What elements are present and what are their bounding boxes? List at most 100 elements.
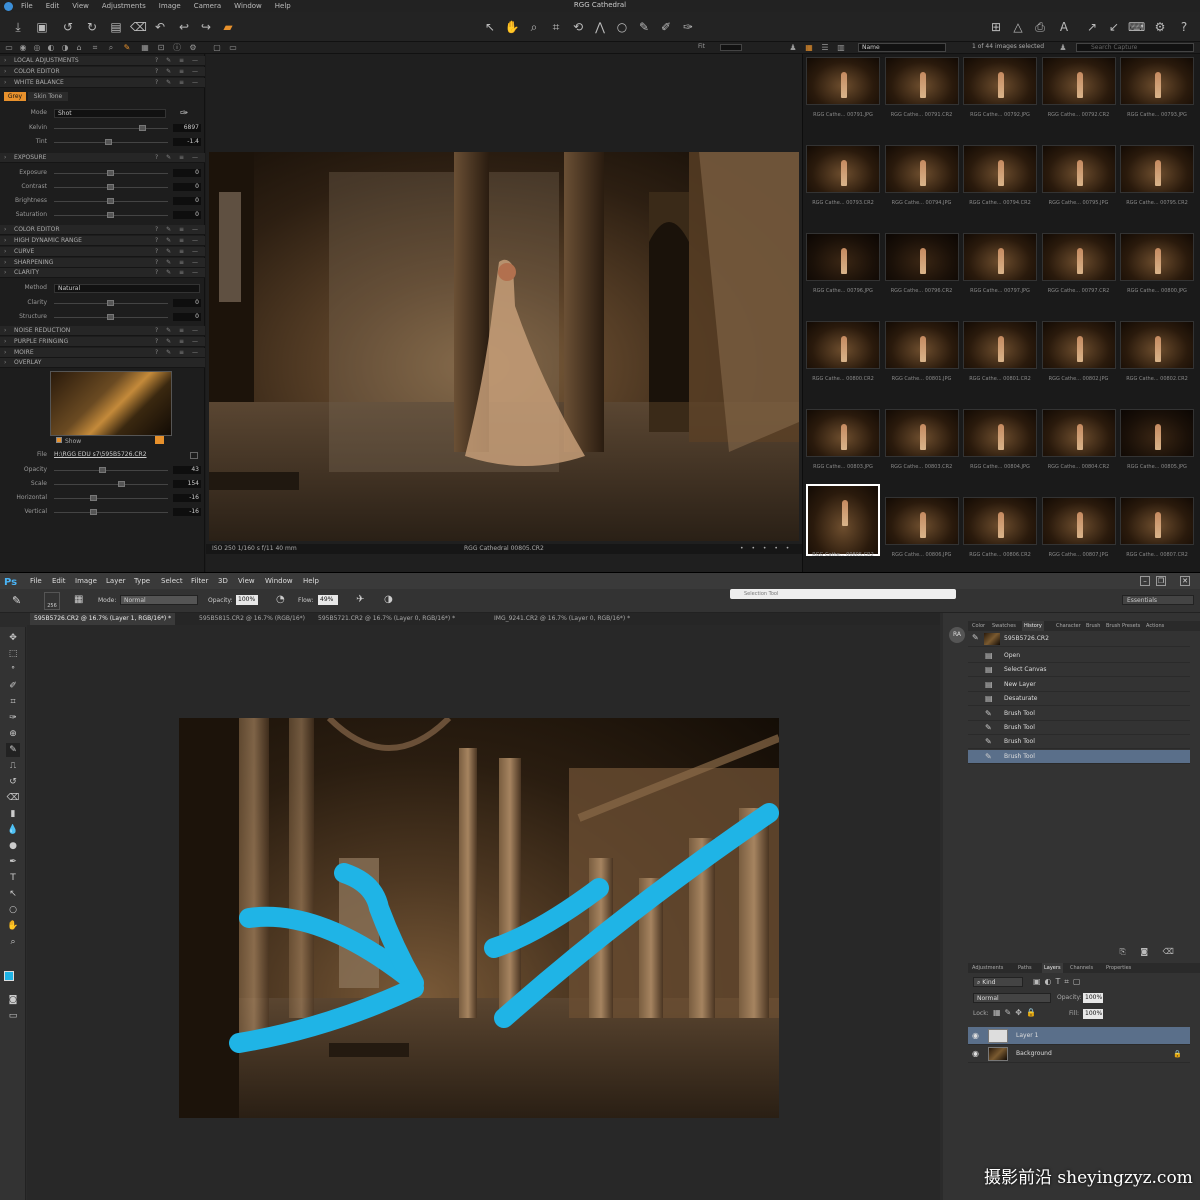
history-brush-icon[interactable]: ↺ <box>6 775 20 789</box>
tab-adjustments[interactable]: Adjustments <box>972 963 1003 973</box>
c1-menu-image[interactable]: Image <box>159 2 181 10</box>
section-icons[interactable]: ? ✎ ≡ — <box>155 337 201 347</box>
viewer-photo[interactable] <box>209 152 799 541</box>
ps-menu-view[interactable]: View <box>238 573 255 589</box>
section-icons[interactable]: ? ✎ ≡ — <box>155 225 201 235</box>
camera-icon[interactable]: ▣ <box>34 19 50 35</box>
thumbnail[interactable] <box>884 233 959 281</box>
picker-icon[interactable]: ✑ <box>680 19 696 35</box>
lock-icons[interactable]: ▦✎✥🔒 <box>993 1008 1040 1017</box>
fill-input[interactable]: 100% <box>1083 1009 1103 1019</box>
section-icons[interactable]: ? ✎ ≡ — <box>155 67 201 77</box>
thumbnail[interactable] <box>1041 233 1116 281</box>
keystone-icon[interactable]: ⋀ <box>592 19 608 35</box>
type-tool-icon[interactable]: T <box>6 871 20 885</box>
overlay-pick-icon[interactable] <box>155 436 164 444</box>
capture-tab-icon[interactable]: ◉ <box>18 43 28 53</box>
history-item[interactable]: ▤ New Layer <box>968 678 1190 692</box>
history-snapshot[interactable]: ✎ 595B5726.CR2 <box>968 631 1190 647</box>
eraser-icon[interactable]: ✐ <box>658 19 674 35</box>
metadata-tab-icon[interactable]: ▦ <box>140 43 150 53</box>
exposure-slider-knob[interactable] <box>107 184 114 190</box>
help-icon[interactable]: ? <box>1176 19 1192 35</box>
panel-collapsed-icon[interactable]: RA <box>949 627 965 643</box>
opacity-input[interactable]: 100% <box>236 595 258 605</box>
overlay-slider-track[interactable] <box>54 484 168 485</box>
thumbnail[interactable] <box>963 497 1037 545</box>
ps-menu-edit[interactable]: Edit <box>52 573 66 589</box>
layer-row-background[interactable]: ◉ Background 🔒 <box>968 1045 1190 1063</box>
overlay-slider-knob[interactable] <box>118 481 126 487</box>
overlay-row-value[interactable]: -16 <box>173 508 201 516</box>
thumbnail[interactable] <box>1120 145 1194 193</box>
ps-menu-image[interactable]: Image <box>75 573 97 589</box>
c1-menu-camera[interactable]: Camera <box>194 2 221 10</box>
thumbnail[interactable] <box>806 233 880 281</box>
adjust-tab-icon[interactable]: ✎ <box>122 43 132 53</box>
shape-tool-icon[interactable]: ○ <box>6 903 20 917</box>
overlay-thumbnail[interactable] <box>50 371 172 436</box>
folder-icon[interactable]: ▤ <box>108 19 124 35</box>
thumbnail[interactable] <box>1041 409 1116 457</box>
thumbnail[interactable] <box>806 409 880 457</box>
history-item[interactable]: ▤ Select Canvas <box>968 663 1190 678</box>
section-hdr[interactable]: HIGH DYNAMIC RANGE? ✎ ≡ — <box>0 236 205 246</box>
overlay-show-checkbox[interactable]: Show <box>56 437 81 445</box>
crop-tool-icon[interactable]: ⌗ <box>6 695 20 709</box>
section-color-editor[interactable]: COLOR EDITOR? ✎ ≡ — <box>0 67 205 77</box>
user-filter-icon[interactable]: ♟ <box>1058 43 1068 53</box>
pressure-opacity-icon[interactable]: ◔ <box>276 594 285 605</box>
section-icons[interactable]: ? ✎ ≡ — <box>155 247 201 257</box>
section-moire[interactable]: MOIRE? ✎ ≡ — <box>0 348 205 358</box>
section-noise-reduction[interactable]: NOISE REDUCTION? ✎ ≡ — <box>0 326 205 336</box>
exposure-row-value[interactable]: 0 <box>173 211 201 219</box>
eyedropper-icon[interactable]: ✑ <box>180 108 188 120</box>
foreground-color-swatch[interactable] <box>4 971 14 981</box>
browser-grid-icon[interactable]: ▦ <box>804 43 814 53</box>
rotate-right-icon[interactable]: ↻ <box>84 19 100 35</box>
wb-mode-select[interactable]: Shot <box>54 109 166 118</box>
thumbnail[interactable] <box>1120 57 1194 105</box>
loupe-icon[interactable]: ⌕ <box>526 19 542 35</box>
thumbnail[interactable] <box>963 57 1037 105</box>
thumbnail[interactable] <box>1041 321 1116 369</box>
ps-menu-select[interactable]: Select <box>161 573 183 589</box>
section-sharpening[interactable]: SHARPENING? ✎ ≡ — <box>0 258 205 268</box>
thumbnail[interactable] <box>963 145 1037 193</box>
import-icon[interactable]: ⤓ <box>10 19 26 35</box>
eraser-tool-icon[interactable]: ⌫ <box>6 791 20 805</box>
thumbnail[interactable] <box>1120 233 1194 281</box>
text-icon[interactable]: A <box>1056 19 1072 35</box>
history-footer-icons[interactable]: ⎘ ◙ ⌫ <box>968 947 1190 959</box>
doc-tab[interactable]: IMG_9241.CR2 @ 16.7% (Layer 0, RGB/16*) … <box>490 613 634 625</box>
pen-tool-icon[interactable]: ✒ <box>6 855 20 869</box>
thumbnail[interactable] <box>963 321 1037 369</box>
kelvin-value[interactable]: 6897 <box>173 124 201 132</box>
info-tab-icon[interactable]: ⓘ <box>172 43 182 53</box>
settings-tab-icon[interactable]: ⚙ <box>188 43 198 53</box>
overlay-slider-knob[interactable] <box>89 495 97 501</box>
doc-tab[interactable]: 595B5721.CR2 @ 16.7% (Layer 0, RGB/16*) … <box>314 613 459 625</box>
layer-opacity-input[interactable]: 100% <box>1083 993 1103 1003</box>
thumbnail[interactable] <box>1120 409 1194 457</box>
thumbnail[interactable] <box>806 484 880 556</box>
zoom-select[interactable] <box>720 44 742 51</box>
gear-icon[interactable]: ⚙ <box>1152 19 1168 35</box>
hand-icon[interactable]: ✋ <box>504 19 520 35</box>
section-color-editor-2[interactable]: COLOR EDITOR? ✎ ≡ — <box>0 225 205 235</box>
ps-menu-type[interactable]: Type <box>134 573 150 589</box>
thumbnail[interactable] <box>963 233 1037 281</box>
hand-tool-icon[interactable]: ✋ <box>6 919 20 933</box>
thumbnail[interactable] <box>806 145 880 193</box>
marquee-tool-icon[interactable]: ⬚ <box>6 647 20 661</box>
section-curve[interactable]: CURVE? ✎ ≡ — <box>0 247 205 257</box>
eye-icon[interactable]: ◉ <box>972 1045 979 1063</box>
gradient-tool-icon[interactable]: ▮ <box>6 807 20 821</box>
tab-grey[interactable]: Grey <box>4 92 26 101</box>
tab-swatches[interactable]: Swatches <box>992 621 1016 631</box>
c1-menu-help[interactable]: Help <box>275 2 291 10</box>
clarity-method-select[interactable]: Natural <box>54 284 200 293</box>
airbrush-icon[interactable]: ✈ <box>356 594 364 605</box>
mode-select[interactable]: Normal <box>120 595 198 605</box>
overlay-file-path[interactable]: H:\RGG EDU s7\595B5726.CR2 <box>54 449 147 461</box>
